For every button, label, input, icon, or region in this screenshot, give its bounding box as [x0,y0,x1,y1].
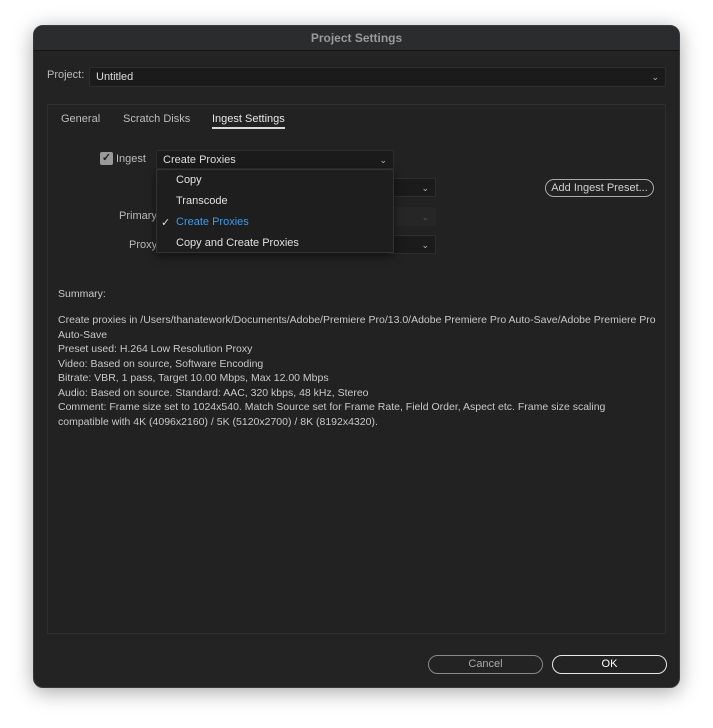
chevron-down-icon: ⌄ [421,240,429,250]
cancel-button[interactable]: Cancel [428,655,543,674]
add-ingest-preset-button[interactable]: Add Ingest Preset... [545,179,654,197]
primary-destination-select[interactable]: ⌄ [388,207,436,226]
project-value: Untitled [96,71,134,83]
tab-scratch-disks[interactable]: Scratch Disks [123,113,190,125]
ingest-mode-select[interactable]: Create Proxies ⌄ [156,150,394,169]
proxy-label: Proxy [129,239,158,251]
ingest-mode-value: Create Proxies [163,154,236,166]
menu-item-transcode[interactable]: Transcode [176,195,228,207]
chevron-down-icon: ⌄ [379,155,387,165]
primary-label: Primary [119,210,157,222]
ok-button[interactable]: OK [552,655,667,674]
summary-heading: Summary: [58,288,106,300]
window-title: Project Settings [34,26,679,51]
menu-item-create-proxies[interactable]: Create Proxies [176,216,249,228]
ingest-label: Ingest [116,153,146,165]
ingest-mode-menu: Copy Transcode ✓ Create Proxies Copy and… [156,169,394,253]
summary-line: Comment: Frame size set to 1024x540. Mat… [58,401,606,428]
project-settings-dialog: Project Settings Project: Untitled ⌄ Gen… [33,25,680,688]
menu-item-copy[interactable]: Copy [176,174,202,186]
summary-text: Create proxies in /Users/thanatework/Doc… [58,313,658,429]
summary-line: Video: Based on source, Software Encodin… [58,357,264,370]
chevron-down-icon: ⌄ [651,72,659,82]
ingest-checkbox[interactable]: ✓ [100,152,113,165]
settings-panel: General Scratch Disks Ingest Settings ✓ … [47,104,666,634]
tab-general[interactable]: General [61,113,100,125]
summary-line: Audio: Based on source. Standard: AAC, 3… [58,386,369,399]
project-select[interactable]: Untitled ⌄ [89,67,666,87]
chevron-down-icon: ⌄ [421,212,429,222]
summary-line: Create proxies in /Users/thanatework/Doc… [58,314,656,341]
proxy-destination-select[interactable]: ⌄ [388,235,436,254]
chevron-down-icon: ⌄ [421,183,429,193]
summary-line: Preset used: H.264 Low Resolution Proxy [58,343,253,355]
tab-ingest-settings[interactable]: Ingest Settings [212,113,285,129]
preset-select[interactable]: ⌄ [388,178,436,197]
project-label: Project: [47,69,85,81]
summary-line: Bitrate: VBR, 1 pass, Target 10.00 Mbps,… [58,372,329,384]
checkmark-icon: ✓ [161,217,171,229]
menu-item-copy-and-create-proxies[interactable]: Copy and Create Proxies [176,237,299,249]
